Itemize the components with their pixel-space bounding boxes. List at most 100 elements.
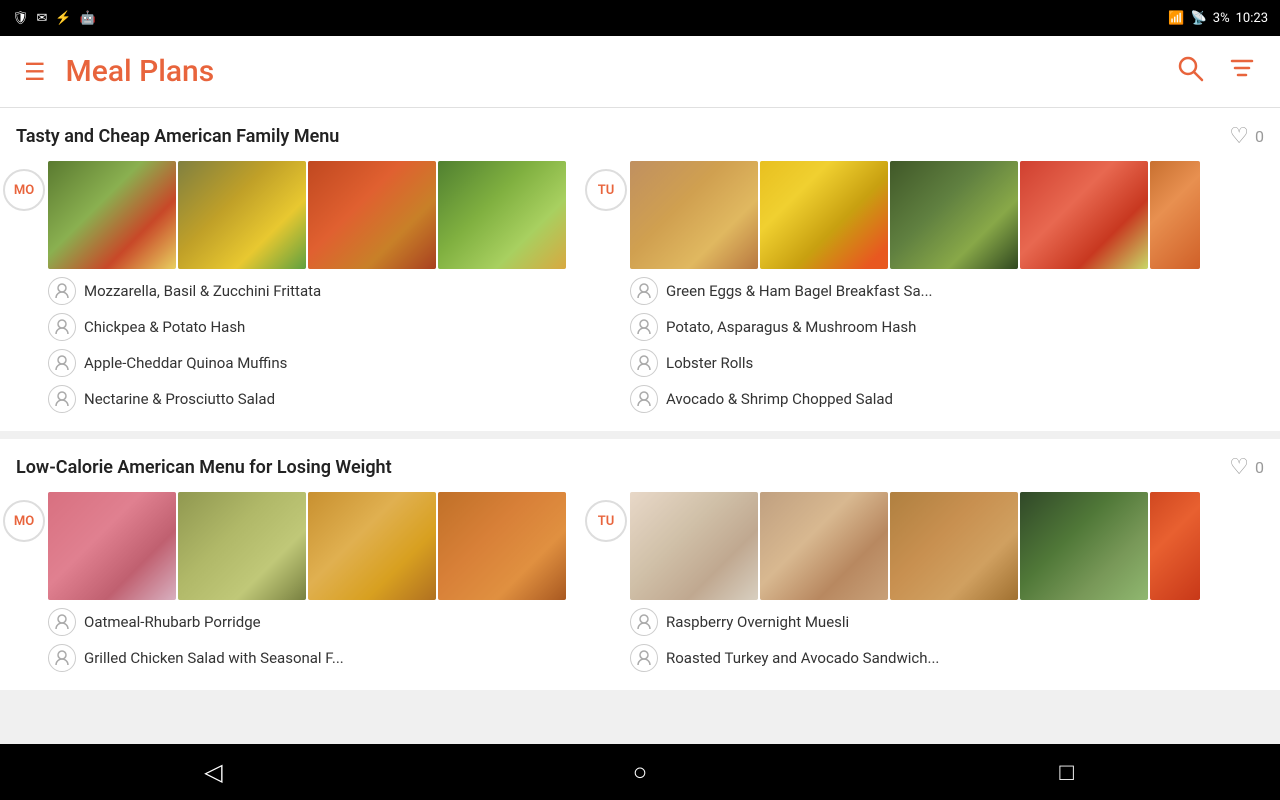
wifi-icon: 📶 bbox=[1168, 11, 1184, 26]
section2-header: Low-Calorie American Menu for Losing Wei… bbox=[0, 455, 1280, 492]
s2-mo-img2[interactable] bbox=[178, 492, 306, 600]
status-left-icons: 🛡 ✉ ⚡ 🤖 bbox=[12, 11, 96, 26]
s2-mo-recipe1[interactable]: Oatmeal-Rhubarb Porridge bbox=[48, 606, 566, 638]
mo-img2[interactable] bbox=[178, 161, 306, 269]
day-tu-images bbox=[630, 161, 1200, 269]
mo-recipe4[interactable]: Nectarine & Prosciutto Salad bbox=[48, 383, 566, 415]
mo-img3[interactable] bbox=[308, 161, 436, 269]
section-low-calorie: Low-Calorie American Menu for Losing Wei… bbox=[0, 439, 1280, 690]
s2-tu-recipe-icon2 bbox=[630, 644, 658, 672]
signal-icon: 📡 bbox=[1191, 11, 1207, 26]
heart-icon2: ♡ bbox=[1229, 455, 1249, 480]
shield-icon: 🛡 bbox=[12, 11, 29, 26]
s2-day-mo-recipes: Oatmeal-Rhubarb Porridge Grilled Chicken… bbox=[48, 606, 566, 674]
section-tasty-cheap: Tasty and Cheap American Family Menu ♡ 0… bbox=[0, 108, 1280, 431]
tu-recipe-icon2 bbox=[630, 313, 658, 341]
time-text: 10:23 bbox=[1236, 11, 1268, 26]
section2-day-mo: MO Oatmeal-Rhubarb Porr bbox=[0, 492, 566, 690]
s2-tu-img5[interactable] bbox=[1150, 492, 1200, 600]
day-mo-recipes: Mozzarella, Basil & Zucchini Frittata Ch… bbox=[48, 275, 566, 415]
day-label-mo: MO bbox=[0, 161, 48, 211]
mo-recipe2[interactable]: Chickpea & Potato Hash bbox=[48, 311, 566, 343]
tu-recipe2[interactable]: Potato, Asparagus & Mushroom Hash bbox=[630, 311, 1200, 343]
tu-img4[interactable] bbox=[1020, 161, 1148, 269]
tu-recipe1[interactable]: Green Eggs & Ham Bagel Breakfast Sa... bbox=[630, 275, 1200, 307]
tu-img5[interactable] bbox=[1150, 161, 1200, 269]
nav-bar: ◁ ○ □ bbox=[0, 744, 1280, 800]
section2-likes[interactable]: ♡ 0 bbox=[1229, 455, 1264, 480]
s2-day-label-tu: TU bbox=[582, 492, 630, 542]
s2-tu-img3[interactable] bbox=[890, 492, 1018, 600]
tu-img2[interactable] bbox=[760, 161, 888, 269]
s2-day-tu-content: Raspberry Overnight Muesli Roasted Turke… bbox=[630, 492, 1200, 674]
app-title: Meal Plans bbox=[66, 54, 215, 89]
s2-day-badge-mo: MO bbox=[3, 500, 45, 542]
s2-mo-recipe2[interactable]: Grilled Chicken Salad with Seasonal F... bbox=[48, 642, 566, 674]
recipe-icon2 bbox=[48, 313, 76, 341]
day-badge-mo: MO bbox=[3, 169, 45, 211]
day-mo-images bbox=[48, 161, 566, 269]
section1-header: Tasty and Cheap American Family Menu ♡ 0 bbox=[0, 124, 1280, 161]
tu-recipe-icon4 bbox=[630, 385, 658, 413]
section1-like-count: 0 bbox=[1255, 127, 1264, 146]
filter-button[interactable] bbox=[1228, 54, 1256, 89]
s2-tu-recipe-icon1 bbox=[630, 608, 658, 636]
tu-recipe-icon3 bbox=[630, 349, 658, 377]
s2-tu-recipe2[interactable]: Roasted Turkey and Avocado Sandwich... bbox=[630, 642, 1200, 674]
s2-tu-img1[interactable] bbox=[630, 492, 758, 600]
header-right bbox=[1176, 54, 1256, 89]
mo-recipe1[interactable]: Mozzarella, Basil & Zucchini Frittata bbox=[48, 275, 566, 307]
section1-day-mo: MO Mozzarella, Basil & bbox=[0, 161, 566, 431]
s2-mo-recipe-icon2 bbox=[48, 644, 76, 672]
s2-day-tu-recipes: Raspberry Overnight Muesli Roasted Turke… bbox=[630, 606, 1200, 674]
tu-recipe4[interactable]: Avocado & Shrimp Chopped Salad bbox=[630, 383, 1200, 415]
recipe-icon3 bbox=[48, 349, 76, 377]
day-label-tu: TU bbox=[582, 161, 630, 211]
status-right-icons: 📶 📡 3% 10:23 bbox=[1168, 11, 1268, 26]
s2-tu-img2[interactable] bbox=[760, 492, 888, 600]
header-left: ☰ Meal Plans bbox=[24, 54, 214, 89]
tu-img3[interactable] bbox=[890, 161, 1018, 269]
s2-day-tu-images bbox=[630, 492, 1200, 600]
day-tu-content: Green Eggs & Ham Bagel Breakfast Sa... P… bbox=[630, 161, 1200, 415]
section2-days: MO Oatmeal-Rhubarb Porr bbox=[0, 492, 1280, 690]
s2-mo-img4[interactable] bbox=[438, 492, 566, 600]
day-mo-content: Mozzarella, Basil & Zucchini Frittata Ch… bbox=[48, 161, 566, 415]
section2-day-tu: TU Raspber bbox=[582, 492, 1200, 690]
s2-mo-img1[interactable] bbox=[48, 492, 176, 600]
tu-recipe3[interactable]: Lobster Rolls bbox=[630, 347, 1200, 379]
mo-img1[interactable] bbox=[48, 161, 176, 269]
tu-img1[interactable] bbox=[630, 161, 758, 269]
day-tu-recipes: Green Eggs & Ham Bagel Breakfast Sa... P… bbox=[630, 275, 1200, 415]
mo-recipe3[interactable]: Apple-Cheddar Quinoa Muffins bbox=[48, 347, 566, 379]
s2-day-badge-tu: TU bbox=[585, 500, 627, 542]
mail-icon: ✉ bbox=[37, 11, 48, 26]
usb-icon: ⚡ bbox=[55, 11, 71, 26]
section1-day-tu: TU Green E bbox=[582, 161, 1200, 431]
section2-like-count: 0 bbox=[1255, 458, 1264, 477]
recent-button[interactable]: □ bbox=[1037, 752, 1097, 792]
s2-tu-recipe1[interactable]: Raspberry Overnight Muesli bbox=[630, 606, 1200, 638]
s2-day-label-mo: MO bbox=[0, 492, 48, 542]
battery-text: 3% bbox=[1213, 11, 1230, 26]
section1-likes[interactable]: ♡ 0 bbox=[1229, 124, 1264, 149]
section1-title: Tasty and Cheap American Family Menu bbox=[16, 126, 339, 147]
recipe-icon1 bbox=[48, 277, 76, 305]
back-button[interactable]: ◁ bbox=[183, 752, 243, 792]
status-bar: 🛡 ✉ ⚡ 🤖 📶 📡 3% 10:23 bbox=[0, 0, 1280, 36]
s2-tu-img4[interactable] bbox=[1020, 492, 1148, 600]
menu-button[interactable]: ☰ bbox=[24, 58, 46, 86]
s2-day-mo-content: Oatmeal-Rhubarb Porridge Grilled Chicken… bbox=[48, 492, 566, 674]
android-icon: 🤖 bbox=[80, 11, 96, 26]
section1-days: MO Mozzarella, Basil & bbox=[0, 161, 1280, 431]
day-badge-tu: TU bbox=[585, 169, 627, 211]
s2-mo-img3[interactable] bbox=[308, 492, 436, 600]
heart-icon: ♡ bbox=[1229, 124, 1249, 149]
home-button[interactable]: ○ bbox=[610, 752, 670, 792]
tu-recipe-icon1 bbox=[630, 277, 658, 305]
s2-day-mo-images bbox=[48, 492, 566, 600]
search-button[interactable] bbox=[1176, 54, 1204, 89]
mo-img4[interactable] bbox=[438, 161, 566, 269]
s2-mo-recipe-icon1 bbox=[48, 608, 76, 636]
recipe-icon4 bbox=[48, 385, 76, 413]
